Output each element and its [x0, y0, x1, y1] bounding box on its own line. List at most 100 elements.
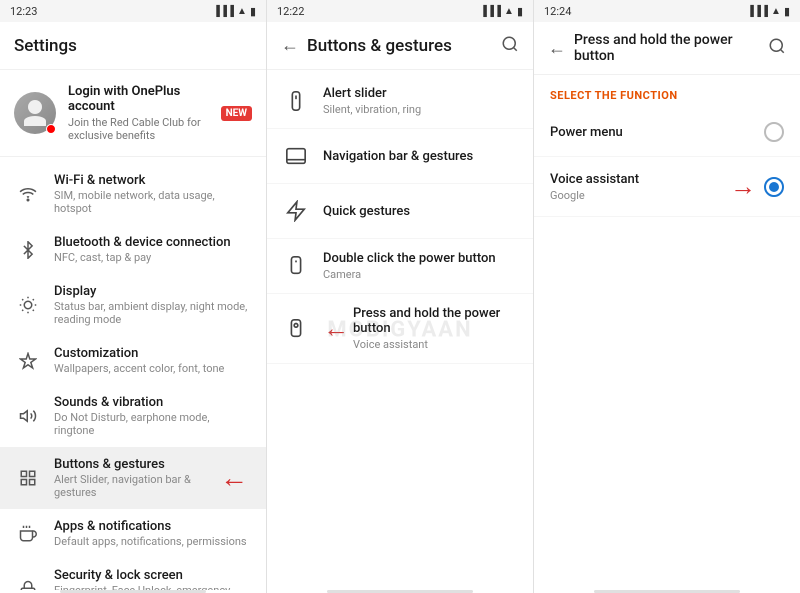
settings-label-display: Display — [54, 284, 252, 299]
settings-text-display: Display Status bar, ambient display, nig… — [54, 284, 252, 326]
gesture-item-quick[interactable]: Quick gestures — [267, 184, 533, 239]
settings-sub-display: Status bar, ambient display, night mode,… — [54, 300, 252, 326]
signal-icon-1: ▐▐▐ — [213, 6, 234, 17]
time-2: 12:22 — [277, 5, 304, 18]
search-button-2[interactable] — [768, 37, 786, 59]
status-icons-3: ▐▐▐ ▲ ▮ — [747, 5, 790, 18]
gesture-item-navbar[interactable]: Navigation bar & gestures — [267, 129, 533, 184]
settings-header: Settings — [0, 22, 266, 70]
time-1: 12:23 — [10, 5, 37, 18]
settings-body: Login with OnePlus account Join the Red … — [0, 70, 266, 590]
settings-text-wifi: Wi-Fi & network SIM, mobile network, dat… — [54, 173, 252, 215]
battery-icon-1: ▮ — [250, 5, 256, 18]
avatar-head — [28, 100, 42, 114]
status-bar-panel-3: 12:24 ▐▐▐ ▲ ▮ — [534, 0, 800, 22]
signal-icon-2: ▐▐▐ — [480, 6, 501, 17]
settings-sub-customization: Wallpapers, accent color, font, tone — [54, 362, 252, 375]
buttons-gestures-body: Alert slider Silent, vibration, ring Nav… — [267, 70, 533, 590]
press-hold-arrow-row: ← Press and hold the power button Voice … — [323, 306, 519, 351]
red-arrow-buttons: ← — [220, 464, 248, 492]
settings-panel: Settings Login with OnePlus account Joi — [0, 22, 267, 593]
radio-voice-assistant[interactable]: Voice assistant Google → — [534, 157, 800, 217]
security-icon — [14, 575, 42, 590]
settings-item-wifi[interactable]: Wi-Fi & network SIM, mobile network, dat… — [0, 163, 266, 225]
wifi-icon-1: ▲ — [237, 6, 247, 17]
radio-text-power-menu: Power menu — [550, 125, 764, 140]
gesture-sub-double-click: Camera — [323, 268, 519, 281]
double-click-icon — [281, 251, 311, 281]
status-bar-panel-1: 12:23 ▐▐▐ ▲ ▮ — [0, 0, 267, 22]
settings-item-display[interactable]: Display Status bar, ambient display, nig… — [0, 274, 266, 336]
account-name: Login with OnePlus account — [68, 84, 221, 114]
radio-sub-voice-assistant: Google — [550, 189, 726, 202]
battery-icon-3: ▮ — [784, 5, 790, 18]
gesture-label-navbar: Navigation bar & gestures — [323, 149, 519, 164]
settings-sub-apps: Default apps, notifications, permissions — [54, 535, 252, 548]
settings-label-buttons: Buttons & gestures — [54, 457, 220, 472]
press-hold-body: SELECT THE FUNCTION Power menu Voice ass… — [534, 75, 800, 590]
settings-label-security: Security & lock screen — [54, 568, 252, 583]
main-content: Settings Login with OnePlus account Joi — [0, 22, 800, 593]
status-icons-1: ▐▐▐ ▲ ▮ — [213, 5, 256, 18]
radio-circle-voice-assistant[interactable] — [764, 177, 784, 197]
settings-sub-sounds: Do Not Disturb, earphone mode, ringtone — [54, 411, 252, 437]
settings-label-customization: Customization — [54, 346, 252, 361]
gesture-label-alert-slider: Alert slider — [323, 86, 519, 101]
back-button-2[interactable]: ← — [548, 38, 566, 59]
settings-text-sounds: Sounds & vibration Do Not Disturb, earph… — [54, 395, 252, 437]
settings-text-bluetooth: Bluetooth & device connection NFC, cast,… — [54, 235, 252, 264]
radio-text-voice-assistant: Voice assistant Google — [550, 172, 726, 202]
gesture-label-double-click: Double click the power button — [323, 251, 519, 266]
red-arrow-press-hold: ← — [323, 313, 349, 344]
account-sub: Join the Red Cable Club for exclusive be… — [68, 116, 221, 142]
display-icon — [14, 291, 42, 319]
sounds-icon — [14, 402, 42, 430]
settings-item-security[interactable]: Security & lock screen Fingerprint, Face… — [0, 558, 266, 590]
settings-item-customization[interactable]: Customization Wallpapers, accent color, … — [0, 336, 266, 385]
settings-item-apps[interactable]: Apps & notifications Default apps, notif… — [0, 509, 266, 558]
press-hold-header: ← Press and hold the power button — [534, 22, 800, 75]
time-3: 12:24 — [544, 5, 571, 18]
gesture-item-alert-slider[interactable]: Alert slider Silent, vibration, ring — [267, 74, 533, 129]
bluetooth-icon — [14, 236, 42, 264]
settings-label-apps: Apps & notifications — [54, 519, 252, 534]
gesture-sub-alert-slider: Silent, vibration, ring — [323, 103, 519, 116]
settings-title: Settings — [14, 36, 252, 56]
apps-icon — [14, 520, 42, 548]
account-section[interactable]: Login with OnePlus account Join the Red … — [0, 70, 266, 157]
buttons-gestures-title: Buttons & gestures — [307, 36, 501, 56]
wifi-icon-3: ▲ — [771, 6, 781, 17]
settings-item-bluetooth[interactable]: Bluetooth & device connection NFC, cast,… — [0, 225, 266, 274]
press-hold-title: Press and hold the power button — [574, 32, 768, 64]
settings-item-sounds[interactable]: Sounds & vibration Do Not Disturb, earph… — [0, 385, 266, 447]
radio-circle-power-menu[interactable] — [764, 122, 784, 142]
gestures-list: Alert slider Silent, vibration, ring Nav… — [267, 70, 533, 368]
customization-icon — [14, 347, 42, 375]
select-label: SELECT THE FUNCTION — [534, 75, 800, 108]
settings-text-apps: Apps & notifications Default apps, notif… — [54, 519, 252, 548]
settings-sub-wifi: SIM, mobile network, data usage, hotspot — [54, 189, 252, 215]
alert-slider-icon — [281, 86, 311, 116]
status-bar-panel-2: 12:22 ▐▐▐ ▲ ▮ — [267, 0, 534, 22]
avatar-container — [14, 92, 56, 134]
red-arrow-voice: → — [730, 171, 756, 202]
settings-list: Wi-Fi & network SIM, mobile network, dat… — [0, 157, 266, 590]
new-badge: NEW — [221, 106, 252, 121]
gesture-item-double-click[interactable]: Double click the power button Camera — [267, 239, 533, 294]
radio-row-voice: → — [726, 171, 784, 202]
radio-power-menu[interactable]: Power menu — [534, 108, 800, 157]
gesture-item-press-hold[interactable]: ← Press and hold the power button Voice … — [267, 294, 533, 364]
avatar-body — [24, 116, 46, 126]
signal-icon-3: ▐▐▐ — [747, 6, 768, 17]
buttons-gestures-header: ← Buttons & gestures — [267, 22, 533, 70]
radio-label-voice-assistant: Voice assistant — [550, 172, 726, 187]
gesture-label-press-hold: Press and hold the power button — [353, 306, 519, 336]
settings-item-buttons[interactable]: Buttons & gestures Alert Slider, navigat… — [0, 447, 266, 509]
back-button-1[interactable]: ← — [281, 35, 299, 56]
settings-sub-security: Fingerprint, Face Unlock, emergency resc… — [54, 584, 252, 590]
search-button-1[interactable] — [501, 35, 519, 57]
settings-text-customization: Customization Wallpapers, accent color, … — [54, 346, 252, 375]
press-hold-labels: Press and hold the power button Voice as… — [353, 306, 519, 351]
buttons-gestures-panel: ← Buttons & gestures Alert s — [267, 22, 534, 593]
navbar-icon — [281, 141, 311, 171]
